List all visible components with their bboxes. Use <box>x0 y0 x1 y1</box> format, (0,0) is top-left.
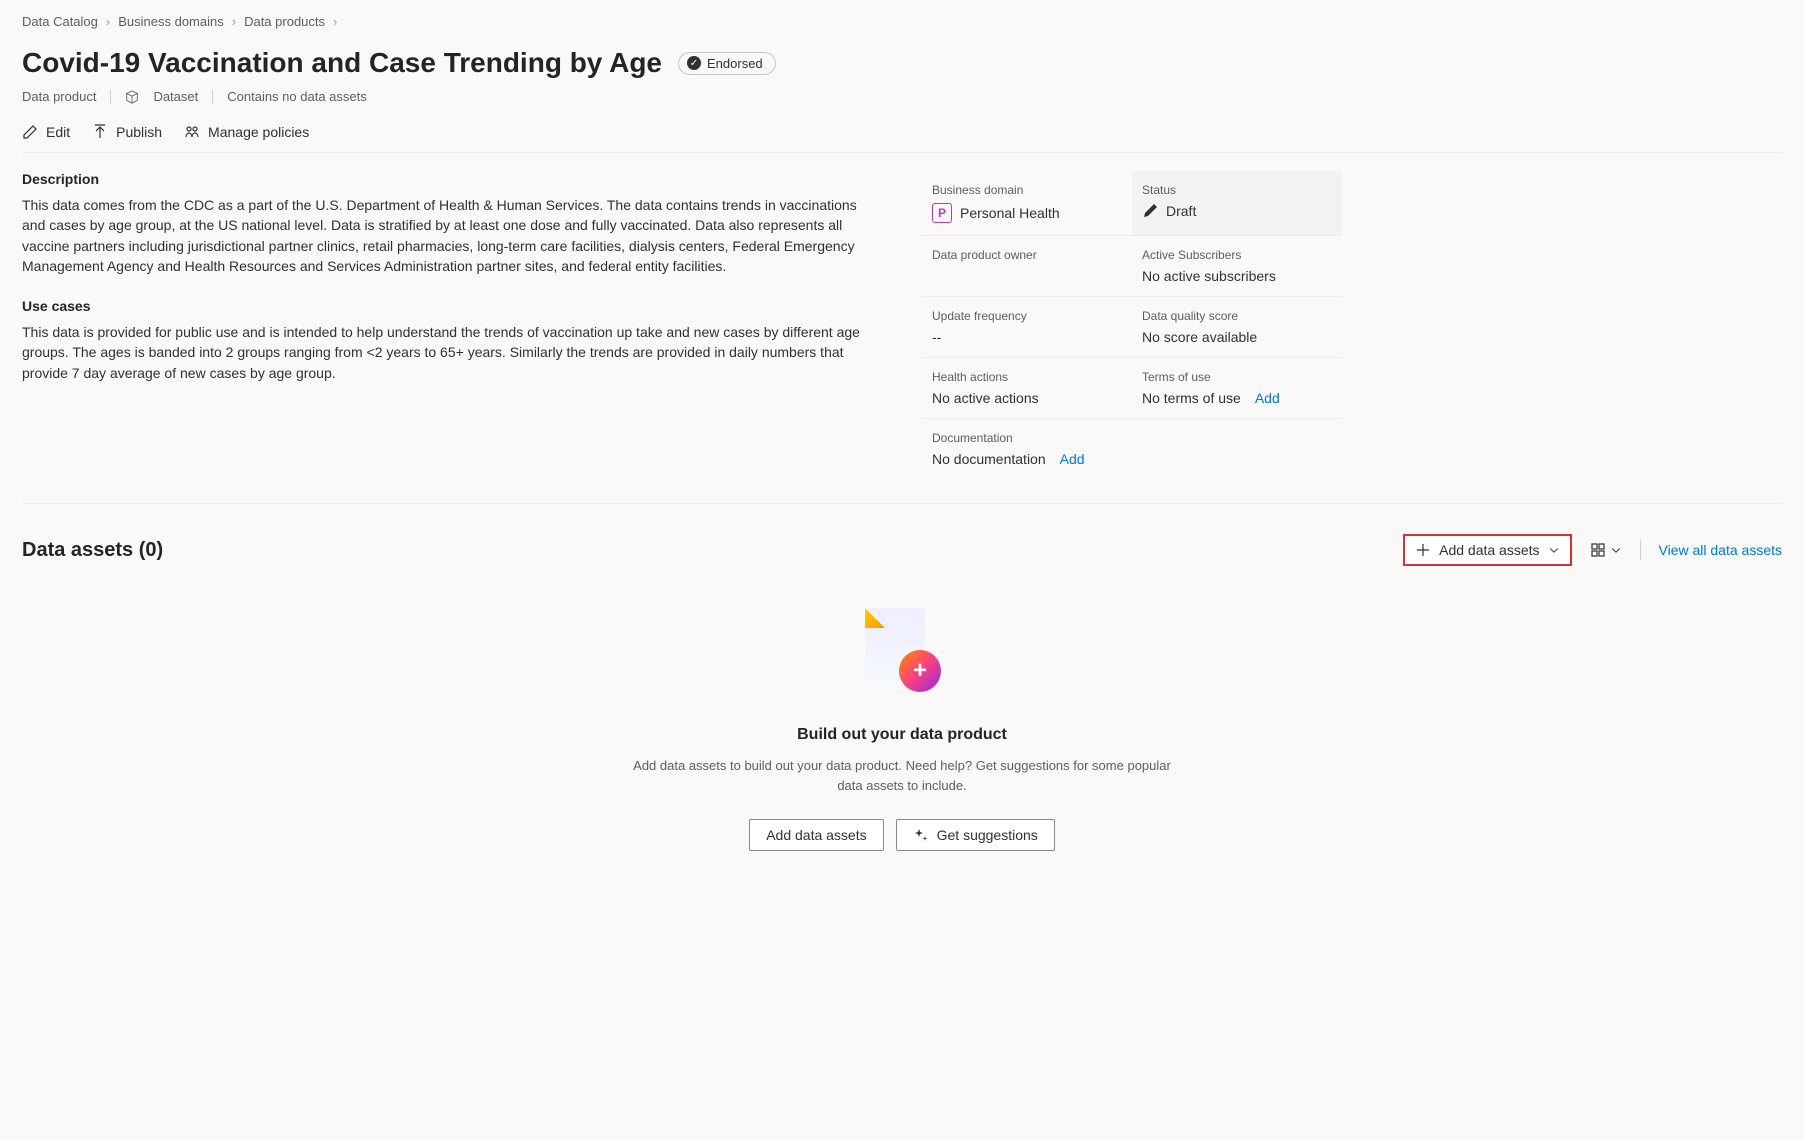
divider <box>212 90 213 104</box>
toolbar: Edit Publish Manage policies <box>22 124 1782 153</box>
meta-label: Status <box>1142 183 1332 197</box>
policies-icon <box>184 124 200 140</box>
breadcrumb-item-catalog[interactable]: Data Catalog <box>22 14 98 29</box>
divider <box>1640 540 1641 560</box>
meta-value: No documentation Add <box>932 451 1332 467</box>
meta-value: No active actions <box>932 390 1122 406</box>
draft-icon <box>1142 203 1158 219</box>
meta-label: Data product owner <box>932 248 1122 262</box>
meta-owner: Data product owner <box>922 236 1132 297</box>
add-data-assets-label: Add data assets <box>1439 542 1539 558</box>
meta-label: Data quality score <box>1142 309 1332 323</box>
meta-update-frequency: Update frequency -- <box>922 297 1132 358</box>
meta-value: No active subscribers <box>1142 268 1332 284</box>
data-assets-heading: Data assets (0) <box>22 539 163 562</box>
breadcrumb-item-domains[interactable]: Business domains <box>118 14 224 29</box>
pencil-icon <box>22 124 38 140</box>
meta-value: -- <box>932 329 1122 345</box>
divider <box>110 90 111 104</box>
chevron-down-icon <box>1548 544 1560 556</box>
description-heading: Description <box>22 171 882 187</box>
dataset-label: Dataset <box>153 89 198 104</box>
chevron-down-icon <box>1610 544 1622 556</box>
meta-status: Status Draft <box>1132 171 1342 236</box>
data-assets-header: Data assets (0) Add data assets View all… <box>22 534 1782 566</box>
publish-label: Publish <box>116 124 162 140</box>
empty-title: Build out your data product <box>622 726 1182 744</box>
empty-state: + Build out your data product Add data a… <box>622 606 1182 851</box>
meta-label: Health actions <box>932 370 1122 384</box>
dataset-icon <box>125 90 139 104</box>
plus-circle-icon: + <box>899 650 941 692</box>
endorsed-badge: ✓ Endorsed <box>678 52 776 75</box>
manage-policies-button[interactable]: Manage policies <box>184 124 309 140</box>
use-cases-text: This data is provided for public use and… <box>22 322 882 383</box>
meta-label: Active Subscribers <box>1142 248 1332 262</box>
meta-label: Update frequency <box>932 309 1122 323</box>
terms-value: No terms of use <box>1142 390 1241 406</box>
add-docs-link[interactable]: Add <box>1060 451 1085 467</box>
description-text: This data comes from the CDC as a part o… <box>22 195 882 276</box>
chevron-right-icon: › <box>333 14 337 29</box>
meta-value: Draft <box>1142 203 1332 219</box>
docs-value: No documentation <box>932 451 1046 467</box>
meta-health-actions: Health actions No active actions <box>922 358 1132 419</box>
assets-note: Contains no data assets <box>227 89 366 104</box>
page-title: Covid-19 Vaccination and Case Trending b… <box>22 47 662 79</box>
get-suggestions-label: Get suggestions <box>937 827 1038 843</box>
meta-quality-score: Data quality score No score available <box>1132 297 1342 358</box>
meta-terms-of-use: Terms of use No terms of use Add <box>1132 358 1342 419</box>
metadata-grid: Business domain P Personal Health Status… <box>922 171 1342 479</box>
add-data-assets-label: Add data assets <box>766 827 866 843</box>
meta-value: P Personal Health <box>932 203 1122 223</box>
title-row: Covid-19 Vaccination and Case Trending b… <box>22 47 1782 79</box>
edit-button[interactable]: Edit <box>22 124 70 140</box>
meta-label: Terms of use <box>1142 370 1332 384</box>
breadcrumb-item-products[interactable]: Data products <box>244 14 325 29</box>
chevron-right-icon: › <box>232 14 236 29</box>
subtitle-row: Data product Dataset Contains no data as… <box>22 89 1782 104</box>
domain-name: Personal Health <box>960 205 1060 221</box>
meta-documentation: Documentation No documentation Add <box>922 419 1342 479</box>
meta-subscribers: Active Subscribers No active subscribers <box>1132 236 1342 297</box>
left-column: Description This data comes from the CDC… <box>22 171 882 479</box>
type-label: Data product <box>22 89 96 104</box>
data-assets-actions: Add data assets View all data assets <box>1403 534 1782 566</box>
plus-icon <box>1415 542 1431 558</box>
empty-illustration: + <box>857 606 947 696</box>
meta-business-domain: Business domain P Personal Health <box>922 171 1132 236</box>
domain-badge-icon: P <box>932 203 952 223</box>
add-data-assets-button-secondary[interactable]: Add data assets <box>749 819 883 851</box>
main-body: Description This data comes from the CDC… <box>22 171 1782 504</box>
checkmark-icon: ✓ <box>687 56 701 70</box>
meta-value: No score available <box>1142 329 1332 345</box>
meta-label: Business domain <box>932 183 1122 197</box>
breadcrumb: Data Catalog › Business domains › Data p… <box>22 14 1782 29</box>
edit-label: Edit <box>46 124 70 140</box>
empty-buttons: Add data assets Get suggestions <box>622 819 1182 851</box>
status-value: Draft <box>1166 203 1196 219</box>
meta-label: Documentation <box>932 431 1332 445</box>
endorsed-label: Endorsed <box>707 56 763 71</box>
use-cases-heading: Use cases <box>22 298 882 314</box>
publish-icon <box>92 124 108 140</box>
meta-value: No terms of use Add <box>1142 390 1332 406</box>
publish-button[interactable]: Publish <box>92 124 162 140</box>
manage-policies-label: Manage policies <box>208 124 309 140</box>
view-mode-button[interactable] <box>1590 542 1622 558</box>
empty-text: Add data assets to build out your data p… <box>622 756 1182 795</box>
right-column: Business domain P Personal Health Status… <box>922 171 1342 479</box>
add-terms-link[interactable]: Add <box>1255 390 1280 406</box>
view-all-data-assets-link[interactable]: View all data assets <box>1659 542 1782 558</box>
sparkle-icon <box>913 827 929 843</box>
add-data-assets-button[interactable]: Add data assets <box>1403 534 1571 566</box>
get-suggestions-button[interactable]: Get suggestions <box>896 819 1055 851</box>
grid-icon <box>1590 542 1606 558</box>
chevron-right-icon: › <box>106 14 110 29</box>
